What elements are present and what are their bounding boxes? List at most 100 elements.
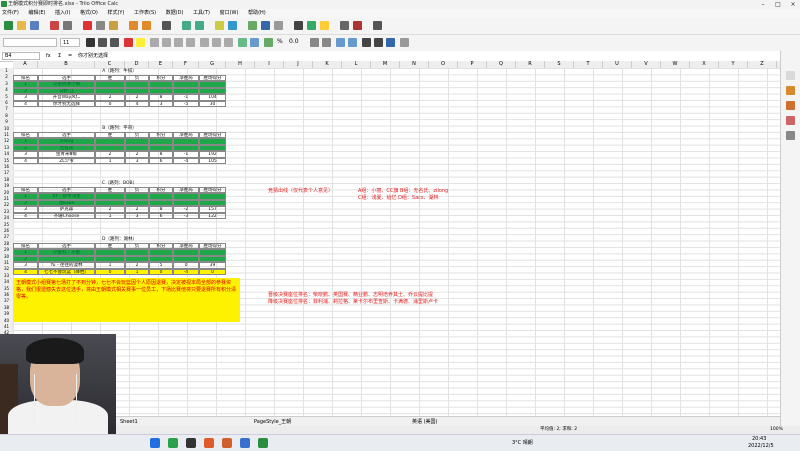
percent-button[interactable]: % (277, 38, 283, 45)
font-name-input[interactable] (3, 38, 57, 47)
formula-button[interactable]: = (68, 51, 72, 61)
underline-icon[interactable] (110, 38, 119, 47)
column-header-k[interactable]: K (313, 61, 342, 68)
row-header[interactable]: 37 (0, 298, 13, 304)
wechat-icon[interactable] (168, 438, 178, 448)
table-cell[interactable]: 0 (95, 268, 125, 275)
filter-icon[interactable] (228, 21, 237, 30)
row-header[interactable]: 5 (0, 94, 13, 100)
properties-icon[interactable] (786, 71, 795, 80)
table-cell[interactable]: 122 (199, 212, 226, 219)
column-header-t[interactable]: T (574, 61, 603, 68)
table-cell[interactable]: 105 (199, 157, 226, 164)
table-cell[interactable]: 0 (199, 268, 226, 275)
menu-data[interactable]: 数据(D) (166, 10, 184, 16)
table-cell[interactable]: 6 (149, 212, 173, 219)
row-header[interactable]: 1 (0, 68, 13, 74)
column-header-q[interactable]: Q (487, 61, 516, 68)
minimize-icon[interactable]: – (756, 0, 770, 9)
row-header[interactable]: 29 (0, 247, 13, 253)
row-header[interactable]: 18 (0, 177, 13, 183)
row-header[interactable]: 33 (0, 273, 13, 279)
row-header[interactable]: 14 (0, 151, 13, 157)
row-header[interactable]: 2 (0, 74, 13, 80)
column-header-v[interactable]: V (632, 61, 661, 68)
table-cell[interactable]: 1 (95, 157, 125, 164)
app-icon-2[interactable] (204, 438, 214, 448)
align-center-icon[interactable] (162, 38, 171, 47)
table-cell[interactable]: 0 (95, 100, 125, 107)
row-header[interactable]: 23 (0, 209, 13, 215)
calc-taskbar-icon[interactable] (258, 438, 268, 448)
sum-button[interactable]: Σ (58, 51, 61, 61)
close-icon[interactable]: × (786, 0, 800, 9)
formula-input[interactable]: 你才别无选择 (78, 51, 768, 61)
row-header[interactable]: 19 (0, 183, 13, 189)
column-header-m[interactable]: M (371, 61, 400, 68)
export-pdf-icon[interactable] (50, 21, 59, 30)
table-cell[interactable]: 齐珊Choose (38, 212, 95, 219)
menu-help[interactable]: 帮助(H) (248, 10, 266, 16)
row-header[interactable]: 9 (0, 119, 13, 125)
menu-sheet[interactable]: 工作表(S) (134, 10, 156, 16)
menu-format[interactable]: 格式(O) (80, 10, 98, 16)
table-cell[interactable]: 4 (125, 100, 149, 107)
row-header[interactable]: 12 (0, 138, 13, 144)
column-header-i[interactable]: I (255, 61, 284, 68)
row-header[interactable]: 24 (0, 215, 13, 221)
column-header-o[interactable]: O (429, 61, 458, 68)
row-header[interactable]: 35 (0, 286, 13, 292)
row-header[interactable]: 38 (0, 305, 13, 311)
open-icon[interactable] (17, 21, 26, 30)
row-header[interactable]: 36 (0, 292, 13, 298)
column-header-n[interactable]: N (400, 61, 429, 68)
column-header-w[interactable]: W (661, 61, 690, 68)
print-icon[interactable] (63, 21, 72, 30)
row-header[interactable]: 10 (0, 126, 13, 132)
column-header-h[interactable]: H (226, 61, 255, 68)
row-header[interactable]: 15 (0, 158, 13, 164)
special-character-icon[interactable] (294, 21, 303, 30)
draw-icon[interactable] (373, 21, 382, 30)
italic-icon[interactable] (98, 38, 107, 47)
number-format-button[interactable]: 0.0 (289, 38, 299, 45)
table-cell[interactable]: 4 (13, 157, 38, 164)
border-color-icon[interactable] (386, 38, 395, 47)
menu-tools[interactable]: 工具(T) (193, 10, 210, 16)
app-icon-4[interactable] (240, 438, 250, 448)
row-header[interactable]: 25 (0, 222, 13, 228)
column-header-s[interactable]: S (545, 61, 574, 68)
merge-cells-icon[interactable] (250, 38, 259, 47)
save-icon[interactable] (30, 21, 39, 30)
table-cell[interactable]: 七七不会玩篮（降档） (38, 268, 95, 275)
copy-icon[interactable] (96, 21, 105, 30)
add-decimal-icon[interactable] (310, 38, 319, 47)
column-header-l[interactable]: L (342, 61, 371, 68)
row-header[interactable]: 32 (0, 266, 13, 272)
menu-window[interactable]: 窗口(W) (220, 10, 239, 16)
insert-row-icon[interactable] (182, 21, 191, 30)
navigator-icon[interactable] (786, 116, 795, 125)
comment-icon[interactable] (320, 21, 329, 30)
justify-icon[interactable] (186, 38, 195, 47)
column-header-x[interactable]: X (690, 61, 719, 68)
font-color-icon[interactable] (124, 38, 133, 47)
start-icon[interactable] (150, 438, 160, 448)
row-header[interactable]: 21 (0, 196, 13, 202)
table-cell[interactable]: ZL少爷 (38, 157, 95, 164)
column-header-c[interactable]: C (95, 61, 125, 68)
menu-edit[interactable]: 编辑(E) (28, 10, 45, 16)
row-header[interactable]: 7 (0, 106, 13, 112)
row-header[interactable]: 34 (0, 279, 13, 285)
row-header[interactable]: 26 (0, 228, 13, 234)
highlight-icon[interactable] (136, 38, 145, 47)
menu-file[interactable]: 文件(F) (2, 10, 19, 16)
table-cell[interactable]: 6 (149, 157, 173, 164)
column-header-b[interactable]: B (38, 61, 95, 68)
maximize-icon[interactable]: □ (771, 0, 785, 9)
chart-icon[interactable] (261, 21, 270, 30)
cut-icon[interactable] (83, 21, 92, 30)
row-header[interactable]: 31 (0, 260, 13, 266)
table-cell[interactable]: -4 (173, 157, 199, 164)
table-cell[interactable]: 3 (125, 157, 149, 164)
